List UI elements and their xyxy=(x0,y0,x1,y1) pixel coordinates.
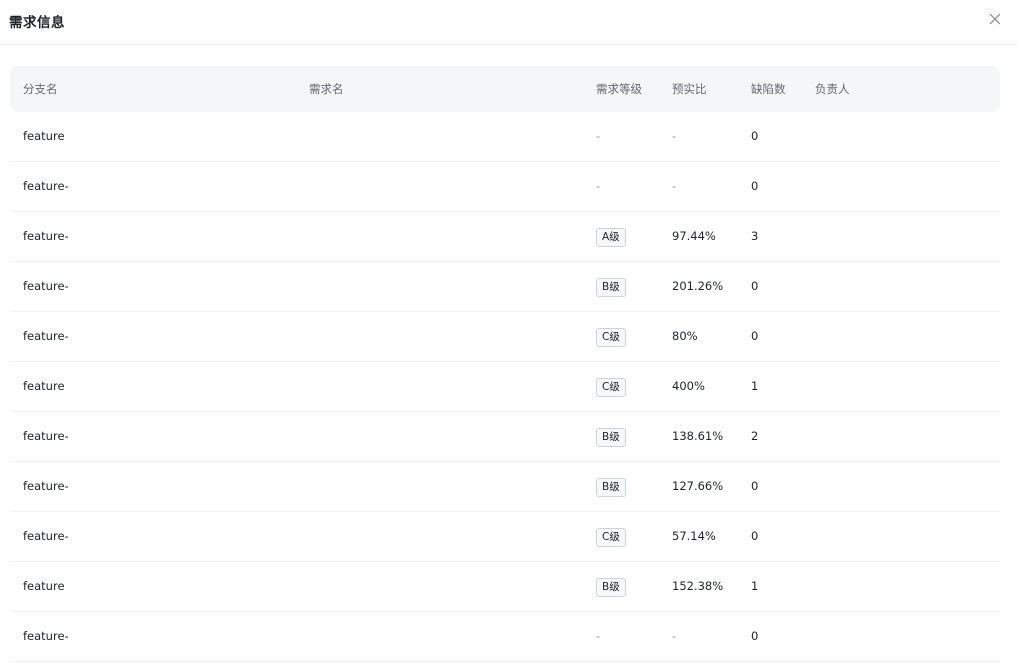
defect-count-cell: 1 xyxy=(751,579,759,593)
requirement-info-dialog: 需求信息 分支名 需求名 需求等级 预实比 缺陷数 负责人 feature - -0… xyxy=(0,0,1017,671)
ratio-cell: 97.44% xyxy=(672,229,716,243)
table-header: 分支名 需求名 需求等级 预实比 缺陷数 负责人 xyxy=(10,66,1000,112)
ratio-cell: 138.61% xyxy=(672,429,724,443)
table-row[interactable]: feature- C级 80% 0 xyxy=(10,312,1000,362)
ratio-cell: 127.66% xyxy=(672,479,724,493)
branch-name-cell: feature xyxy=(23,379,65,393)
table-row[interactable]: feature- C级 57.14% 0 xyxy=(10,512,1000,562)
level-badge: C级 xyxy=(596,328,626,347)
ratio-cell: - xyxy=(672,179,677,193)
level-cell: - xyxy=(596,179,601,193)
defect-count-cell: 0 xyxy=(751,129,759,143)
column-header-ratio: 预实比 xyxy=(672,82,707,96)
defect-count-cell: 0 xyxy=(751,329,759,343)
column-header-branch: 分支名 xyxy=(23,82,58,96)
level-badge: B级 xyxy=(596,478,626,497)
table-row[interactable]: feature- - - 0 xyxy=(10,162,1000,212)
defect-count-cell: 0 xyxy=(751,529,759,543)
defect-count-cell: 3 xyxy=(751,229,759,243)
level-badge: C级 xyxy=(596,378,626,397)
ratio-cell: 80% xyxy=(672,329,698,343)
ratio-cell: 400% xyxy=(672,379,705,393)
defect-count-cell: 1 xyxy=(751,379,759,393)
branch-name-cell: feature- xyxy=(23,329,69,343)
column-header-requirement: 需求名 xyxy=(309,82,344,96)
close-button[interactable] xyxy=(987,11,1003,27)
level-badge: B级 xyxy=(596,278,626,297)
table-row[interactable]: feature- B级 201.26% 0 xyxy=(10,262,1000,312)
level-cell: - xyxy=(596,629,601,643)
defect-count-cell: 2 xyxy=(751,429,759,443)
close-icon xyxy=(989,13,1001,25)
branch-name-cell: feature- xyxy=(23,279,69,293)
level-badge: C级 xyxy=(596,528,626,547)
defect-count-cell: 0 xyxy=(751,179,759,193)
level-badge: A级 xyxy=(596,228,626,247)
ratio-cell: - xyxy=(672,629,677,643)
level-cell: B级 xyxy=(596,577,626,597)
ratio-cell: - xyxy=(672,129,677,143)
table-row[interactable]: feature- B级 127.66% 0 xyxy=(10,462,1000,512)
dialog-title: 需求信息 xyxy=(9,15,65,31)
level-cell: C级 xyxy=(596,377,626,397)
requirements-table: 分支名 需求名 需求等级 预实比 缺陷数 负责人 feature - -0 featu… xyxy=(10,66,1000,662)
branch-name-cell: feature xyxy=(23,579,65,593)
ratio-cell: 201.26% xyxy=(672,279,724,293)
column-header-level: 需求等级 xyxy=(596,82,642,96)
table-row[interactable]: feature- A级 97.44% 3 xyxy=(10,212,1000,262)
level-cell: - xyxy=(596,129,601,143)
branch-name-cell: feature- xyxy=(23,229,69,243)
table-body: feature - -0 feature- - -0 feature- A级 97.44% 3 fe… xyxy=(10,112,1000,662)
ratio-cell: 57.14% xyxy=(672,529,716,543)
defect-count-cell: 0 xyxy=(751,279,759,293)
level-cell: C级 xyxy=(596,527,626,547)
level-badge: B级 xyxy=(596,428,626,447)
table-row[interactable]: feature C级 400% 1 xyxy=(10,362,1000,412)
branch-name-cell: feature- xyxy=(23,179,69,193)
ratio-cell: 152.38% xyxy=(672,579,724,593)
level-cell: B级 xyxy=(596,427,626,447)
level-cell: A级 xyxy=(596,227,626,247)
branch-name-cell: feature xyxy=(23,129,65,143)
table-row[interactable]: feature- - - 0 xyxy=(10,612,1000,662)
defect-count-cell: 0 xyxy=(751,629,759,643)
dialog-header: 需求信息 xyxy=(0,0,1017,45)
branch-name-cell: feature- xyxy=(23,529,69,543)
column-header-defects: 缺陷数 xyxy=(751,82,786,96)
table-row[interactable]: feature B级 152.38% 1 xyxy=(10,562,1000,612)
table-row[interactable]: feature - - 0 xyxy=(10,112,1000,162)
branch-name-cell: feature- xyxy=(23,429,69,443)
defect-count-cell: 0 xyxy=(751,479,759,493)
level-cell: C级 xyxy=(596,327,626,347)
level-cell: B级 xyxy=(596,277,626,297)
column-header-owner: 负责人 xyxy=(815,82,850,96)
branch-name-cell: feature- xyxy=(23,479,69,493)
branch-name-cell: feature- xyxy=(23,629,69,643)
level-cell: B级 xyxy=(596,477,626,497)
level-badge: B级 xyxy=(596,578,626,597)
table-row[interactable]: feature- B级 138.61% 2 xyxy=(10,412,1000,462)
